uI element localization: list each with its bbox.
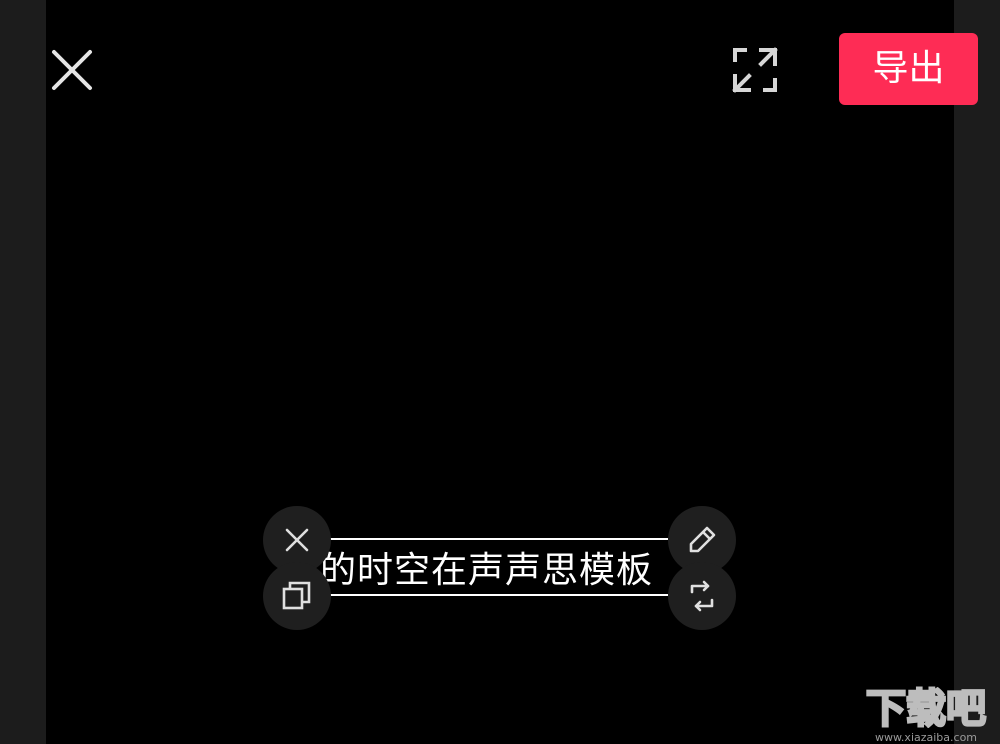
sticker-copy-button[interactable] [263,562,331,630]
svg-text:下载吧: 下载吧 [866,686,986,728]
fullscreen-icon [732,47,778,93]
close-icon [285,528,309,552]
fullscreen-button[interactable] [731,46,779,94]
pencil-icon [689,526,716,553]
sticker-rotate-button[interactable] [668,562,736,630]
rotate-icon [690,580,714,612]
watermark-logo: 下载吧 [865,685,988,728]
sticker-text: 的时空在声声思模板 [320,550,654,591]
text-sticker[interactable]: 的时空在声声思模板 [320,538,668,596]
watermark: 下载吧 www.xiazaiba.com [858,684,994,744]
close-button[interactable] [50,48,94,92]
video-preview-canvas[interactable] [46,0,954,744]
right-side-panel [954,0,1000,744]
watermark-url: www.xiazaiba.com [874,731,978,744]
left-side-panel [0,0,46,744]
close-icon [52,50,92,90]
export-button[interactable]: 导出 [839,33,978,105]
copy-icon [282,581,311,610]
